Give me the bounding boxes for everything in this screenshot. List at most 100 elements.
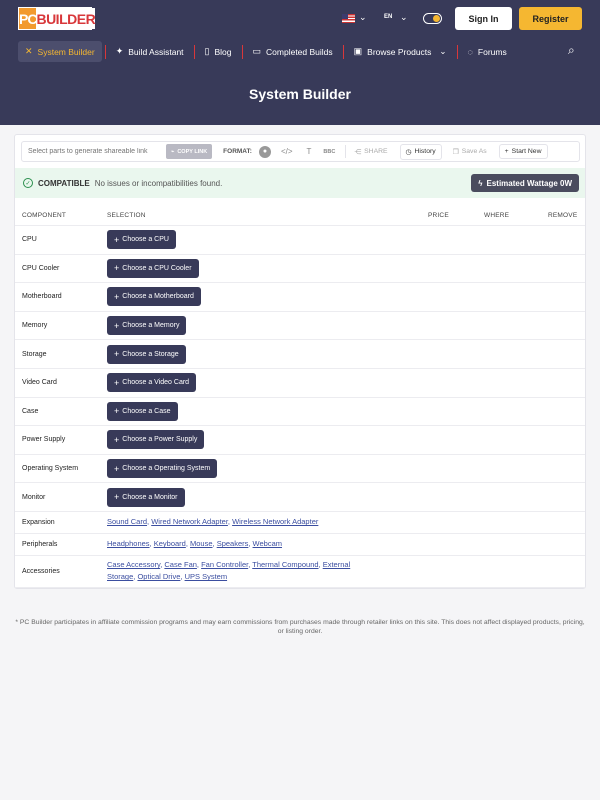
plus-icon: + — [504, 148, 509, 155]
link-icon: ⌁ — [171, 148, 175, 155]
reddit-icon[interactable]: ● — [258, 145, 271, 158]
category-link[interactable]: Thermal Compound — [252, 560, 318, 569]
builder-card: ⌁COPY LINK FORMAT: ● </> T BBC ⋲SHARE ◷H… — [14, 134, 586, 589]
choose-part-button[interactable]: + Choose a Video Card — [107, 373, 197, 393]
table-header: COMPONENT SELECTION PRICE WHERE REMOVE — [15, 206, 585, 226]
table-row: Case + Choose a Case — [15, 398, 585, 427]
category-link[interactable]: Headphones — [107, 539, 150, 548]
search-icon[interactable]: ⌕ — [568, 43, 575, 58]
choose-part-label: Choose a Motherboard — [122, 293, 194, 301]
category-link[interactable]: Webcam — [253, 539, 282, 548]
header-component: COMPONENT — [22, 212, 67, 219]
plus-icon: + — [114, 463, 120, 474]
choose-part-label: Choose a Video Card — [122, 379, 190, 387]
component-name: Expansion — [22, 518, 55, 526]
nav-divider — [456, 44, 458, 59]
chevron-down-icon[interactable]: ⌄ — [359, 12, 367, 23]
header-where: WHERE — [484, 212, 510, 219]
language-selector[interactable]: EN — [384, 14, 392, 20]
register-button[interactable]: Register — [519, 7, 582, 30]
plus-icon: + — [114, 291, 120, 302]
text-format-icon[interactable]: T — [307, 147, 312, 156]
category-link[interactable]: Keyboard — [154, 539, 186, 548]
wattage-label: Estimated Wattage 0W — [486, 178, 573, 188]
copy-icon: ❐ — [452, 148, 459, 156]
nav-divider — [241, 44, 243, 59]
nav-item-build-assistant[interactable]: ✦ Build Assistant — [109, 41, 191, 62]
history-button[interactable]: ◷ History — [399, 143, 442, 160]
category-links: Sound Card, Wired Network Adapter, Wirel… — [107, 517, 319, 527]
choose-part-button[interactable]: + Choose a Storage — [107, 344, 186, 364]
choose-part-label: Choose a Power Supply — [122, 436, 198, 444]
component-name: Operating System — [22, 465, 79, 473]
category-link[interactable]: Fan Controller — [201, 560, 248, 569]
nav-item-browse-products[interactable]: ▣ Browse Products ⌄ — [347, 41, 454, 62]
share-button[interactable]: ⋲ SHARE — [354, 148, 387, 156]
choose-part-button[interactable]: + Choose a Monitor — [107, 487, 185, 507]
nav-item-system-builder[interactable]: ✕ System Builder — [18, 41, 102, 62]
category-link[interactable]: Case Accessory — [107, 560, 160, 569]
category-link[interactable]: Wireless Network Adapter — [232, 517, 318, 526]
category-link[interactable]: Mouse — [190, 539, 213, 548]
compatibility-banner: ✓ COMPATIBLE No issues or incompatibilit… — [15, 168, 585, 198]
estimated-wattage-badge[interactable]: ϟ Estimated Wattage 0W — [471, 174, 579, 192]
choose-part-button[interactable]: + Choose a CPU Cooler — [107, 258, 199, 278]
choose-part-label: Choose a CPU — [122, 236, 169, 244]
nav-item-forums[interactable]: ◌ Forums — [461, 41, 514, 62]
top-bar: PC BUILDER ⌄ EN ⌄ Sign In Register — [0, 0, 600, 38]
nav-item-completed-builds[interactable]: ▭ Completed Builds — [246, 41, 340, 62]
component-name: Power Supply — [22, 436, 66, 444]
copy-link-button[interactable]: ⌁ COPY LINK — [166, 144, 213, 159]
category-link[interactable]: UPS System — [185, 572, 228, 581]
component-name: Memory — [22, 322, 48, 330]
choose-part-button[interactable]: + Choose a Motherboard — [107, 287, 201, 307]
table-row: CPU Cooler + Choose a CPU Cooler — [15, 255, 585, 284]
html-format-icon[interactable]: </> — [281, 147, 293, 156]
component-name: Monitor — [22, 493, 46, 501]
nav-divider — [104, 44, 106, 59]
choose-part-button[interactable]: + Choose a Memory — [107, 316, 187, 336]
category-link[interactable]: Case Fan — [164, 560, 197, 569]
sign-in-button[interactable]: Sign In — [455, 7, 512, 30]
choose-part-button[interactable]: + Choose a Case — [107, 401, 178, 421]
clock-icon: ◷ — [405, 148, 412, 156]
nav-item-label: Completed Builds — [266, 46, 333, 57]
theme-toggle[interactable] — [423, 13, 442, 24]
component-name: CPU Cooler — [22, 264, 60, 272]
share-label: SHARE — [364, 148, 388, 155]
table-row: Motherboard + Choose a Motherboard — [15, 283, 585, 312]
header-selection: SELECTION — [107, 212, 146, 219]
save-as-label: Save As — [461, 148, 487, 155]
bbc-format-icon[interactable]: BBC — [323, 149, 335, 155]
share-toolbar: ⌁COPY LINK FORMAT: ● </> T BBC ⋲SHARE ◷H… — [21, 141, 580, 162]
nav-item-blog[interactable]: ▯ Blog — [198, 41, 239, 62]
choose-part-button[interactable]: + Choose a CPU — [107, 230, 176, 250]
save-as-button[interactable]: ❐ Save As — [453, 148, 487, 156]
us-flag-icon[interactable] — [342, 14, 355, 23]
nav-divider — [193, 44, 195, 59]
chevron-down-icon: ⌄ — [439, 46, 447, 56]
category-link[interactable]: Optical Drive — [137, 572, 180, 581]
sparkle-icon: ✦ — [115, 46, 124, 56]
chevron-down-icon[interactable]: ⌄ — [400, 12, 408, 23]
table-row: Storage + Choose a Storage — [15, 340, 585, 369]
compatibility-message: No issues or incompatibilities found. — [94, 178, 223, 188]
logo[interactable]: PC BUILDER — [18, 7, 96, 30]
category-link[interactable]: Wired Network Adapter — [151, 517, 228, 526]
choose-part-label: Choose a Case — [122, 407, 171, 415]
category-link[interactable]: Sound Card — [107, 517, 147, 526]
category-link[interactable]: Speakers — [217, 539, 249, 548]
component-name: CPU — [22, 236, 37, 244]
nav-item-label: Forums — [477, 46, 507, 57]
choose-part-button[interactable]: + Choose a Operating System — [107, 459, 218, 479]
table-row: Video Card + Choose a Video Card — [15, 369, 585, 398]
plus-icon: + — [114, 234, 120, 245]
affiliate-disclaimer: * PC Builder participates in affiliate c… — [15, 619, 585, 635]
header-price: PRICE — [428, 212, 449, 219]
site-header: PC BUILDER ⌄ EN ⌄ Sign In Register ✕ Syst… — [0, 0, 600, 125]
shareable-link-input[interactable] — [22, 142, 166, 161]
start-new-label: Start New — [511, 148, 542, 155]
choose-part-button[interactable]: + Choose a Power Supply — [107, 430, 205, 450]
start-new-button[interactable]: + Start New — [498, 144, 548, 159]
nav-item-label: Blog — [214, 46, 232, 57]
